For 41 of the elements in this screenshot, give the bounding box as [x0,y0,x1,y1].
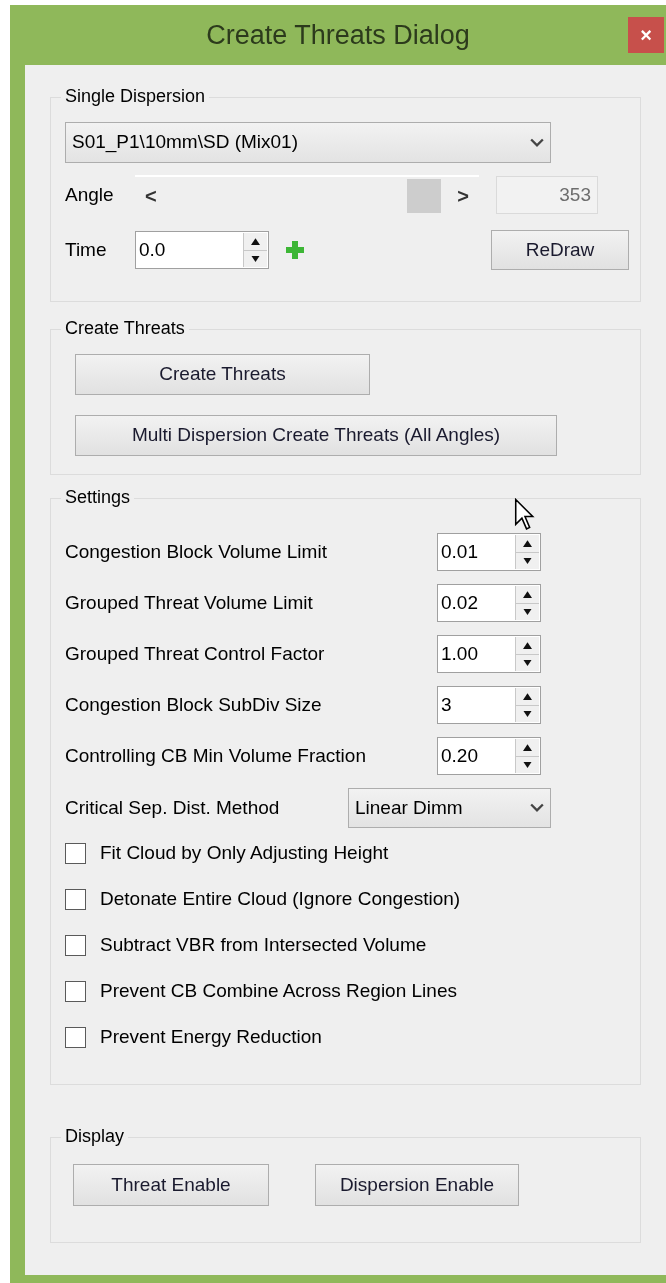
create-threats-button[interactable]: Create Threats [75,354,370,395]
spin-field[interactable]: 1.00 [437,635,541,673]
redraw-button[interactable]: ReDraw [491,230,629,270]
checkbox[interactable] [65,888,86,910]
scroll-right-button[interactable]: > [457,181,469,211]
spin-field[interactable]: 0.0 [135,231,269,269]
slider-thumb[interactable] [406,179,441,213]
checkbox[interactable] [65,980,86,1002]
method-dropdown[interactable]: Linear Dimm [348,788,551,828]
display-button[interactable]: Threat Enable [73,1164,269,1206]
angle-field: 353 [496,176,598,214]
time-label: Time [65,237,108,262]
window-title: Create Threats Dialog [206,18,470,52]
checkbox-label: Prevent Energy Reduction [100,1024,322,1049]
dispersion-dropdown[interactable]: S01_P1\10mm\SD (Mix01) [65,122,551,163]
spin-field[interactable]: 3 [437,686,541,724]
spin-field[interactable]: 0.20 [437,737,541,775]
scroll-left-button[interactable]: < [145,181,157,211]
chevron-down-icon [530,803,544,813]
close-button[interactable]: × [628,17,664,53]
checkbox-label: Fit Cloud by Only Adjusting Height [100,840,389,865]
spin-field[interactable]: 0.01 [437,533,541,571]
checkbox[interactable] [65,1026,86,1048]
checkbox-label: Subtract VBR from Intersected Volume [100,932,427,957]
chevron-down-icon [530,137,544,148]
checkbox[interactable] [65,934,86,956]
setting-label: Congestion Block SubDiv Size [65,692,322,717]
setting-label: Grouped Threat Volume Limit [65,590,313,615]
create-threats-button[interactable]: Multi Dispersion Create Threats (All Angles) [75,415,557,456]
display-button[interactable]: Dispersion Enable [315,1164,519,1206]
spin-field[interactable]: 0.02 [437,584,541,622]
method-label: Critical Sep. Dist. Method [65,795,280,820]
setting-label: Grouped Threat Control Factor [65,641,325,666]
checkbox-label: Detonate Entire Cloud (Ignore Congestion) [100,886,461,911]
cursor-icon [514,498,536,532]
setting-label: Congestion Block Volume Limit [65,539,327,564]
angle-slider[interactable]: < > [135,175,479,215]
checkbox-label: Prevent CB Combine Across Region Lines [100,978,457,1003]
checkbox[interactable] [65,842,86,864]
angle-label: Angle [65,182,115,207]
setting-label: Controlling CB Min Volume Fraction [65,743,366,768]
